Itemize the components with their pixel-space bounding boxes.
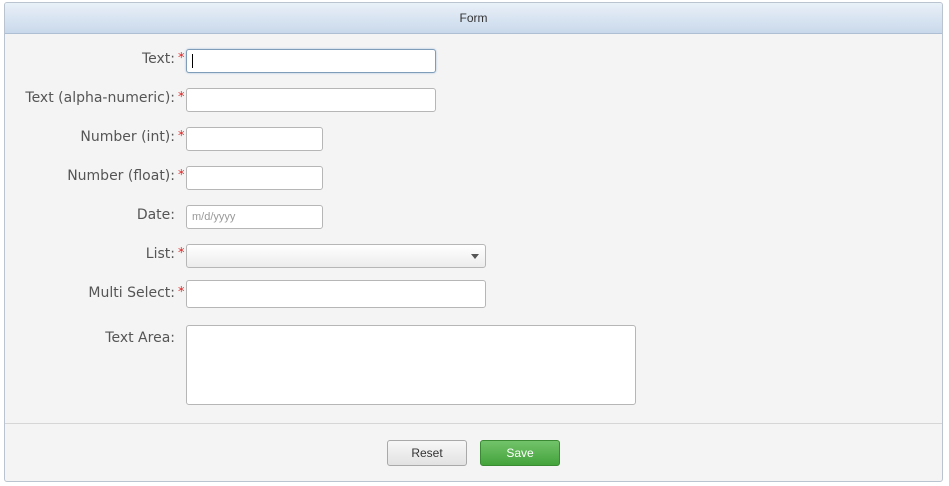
form-footer: Reset Save [5,423,942,481]
date-label: Date: [136,207,175,223]
alphanumeric-input[interactable] [186,88,436,112]
text-area-label: Text Area: [105,330,175,346]
list-label-wrap: List: [5,245,175,265]
date-placeholder: m/d/yyyy [192,211,236,223]
date-label-wrap: Date: [5,206,175,226]
required-marker: * [178,90,185,105]
list-select[interactable] [186,244,486,268]
required-marker: * [178,246,185,261]
form-panel: Form Text: * Text (alpha-numeric): * Num… [4,2,943,482]
number-int-label: Number (int): [80,129,175,145]
number-float-label: Number (float): [67,168,175,184]
number-float-input[interactable] [186,166,323,190]
number-int-input[interactable] [186,127,323,151]
multi-select-label-wrap: Multi Select: [5,284,175,304]
save-button[interactable]: Save [480,440,560,466]
text-area[interactable] [186,325,636,405]
date-input[interactable]: m/d/yyyy [186,205,323,229]
form-title: Form [5,3,942,34]
text-label-wrap: Text: [5,50,175,70]
text-input[interactable] [186,49,436,73]
required-marker: * [178,168,185,183]
chevron-down-icon [471,254,479,259]
alphanumeric-label: Text (alpha-numeric): [25,90,175,106]
required-marker: * [178,285,185,300]
text-area-label-wrap: Text Area: [5,329,175,349]
required-marker: * [178,129,185,144]
multi-select-input[interactable] [186,280,486,308]
multi-select-label: Multi Select: [88,285,175,301]
alphanumeric-label-wrap: Text (alpha-numeric): [5,89,175,109]
list-label: List: [145,246,175,262]
number-float-label-wrap: Number (float): [5,167,175,187]
required-marker: * [178,51,185,66]
text-label: Text: [141,51,175,67]
reset-button[interactable]: Reset [387,440,467,466]
text-cursor [192,54,193,68]
number-int-label-wrap: Number (int): [5,128,175,148]
